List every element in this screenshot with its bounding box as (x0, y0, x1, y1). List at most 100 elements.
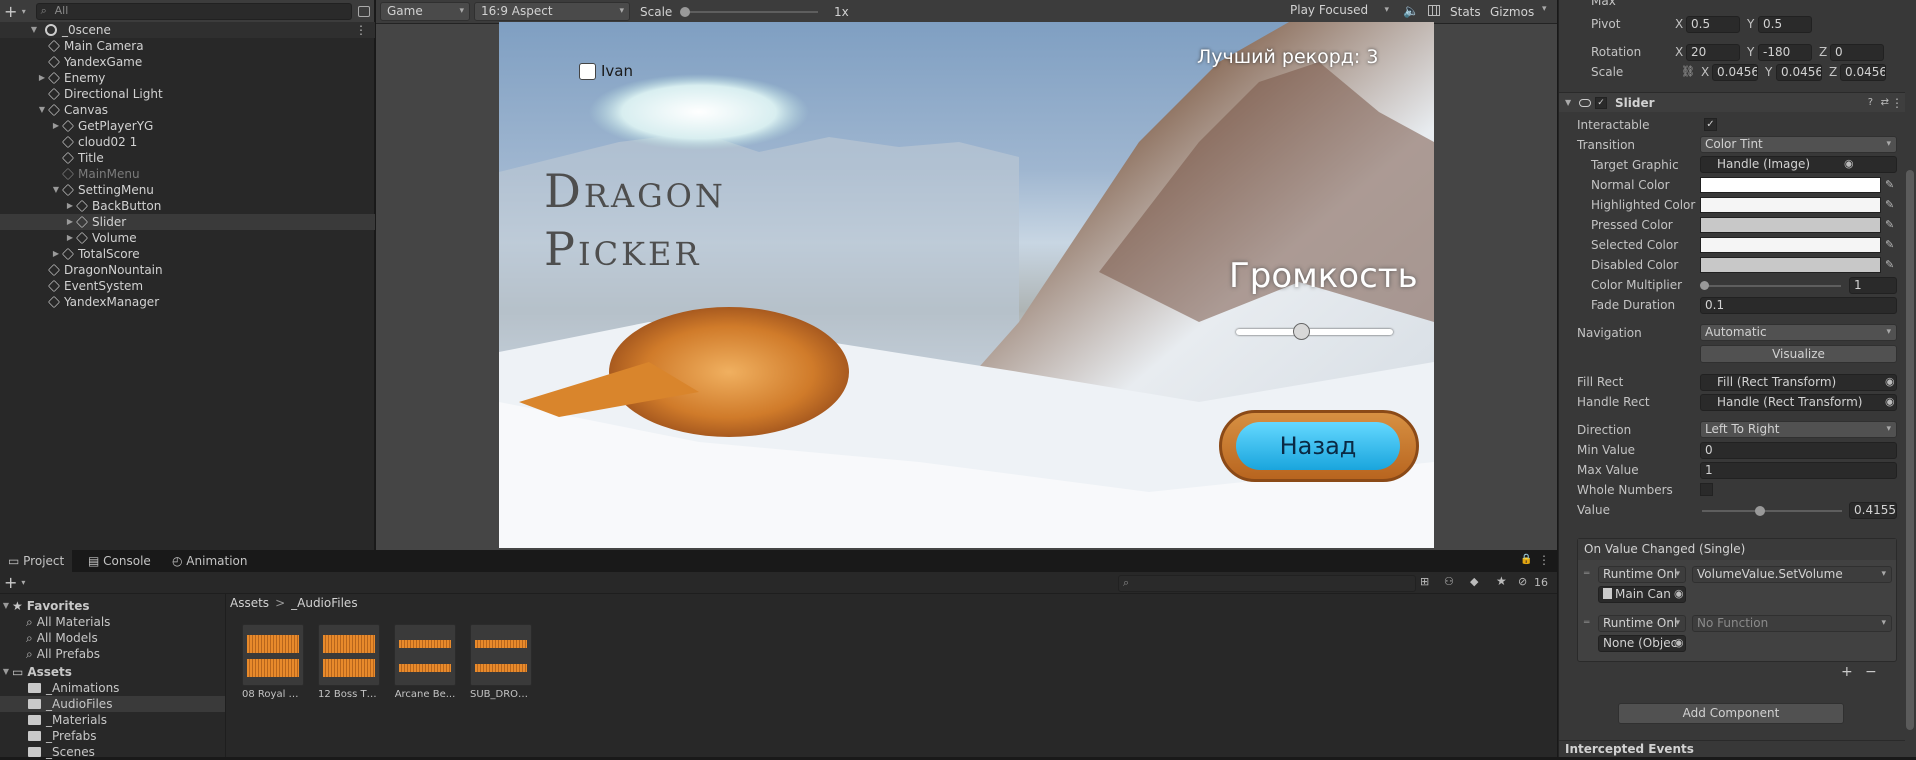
audio-asset[interactable]: Arcane Be... (394, 624, 456, 700)
eyedropper-icon[interactable]: ✎ (1885, 198, 1894, 211)
visualize-button[interactable]: Visualize (1700, 345, 1897, 363)
disabled-color-swatch[interactable] (1700, 257, 1881, 273)
eyedropper-icon[interactable]: ✎ (1885, 178, 1894, 191)
dropdown-arrow-icon[interactable]: ▾ (22, 7, 36, 16)
add-event-icon[interactable]: + (1841, 664, 1853, 680)
scale-x-field[interactable]: 0.0456: (1712, 64, 1758, 81)
expand-icon[interactable]: ▼ (28, 22, 40, 38)
expand-icon[interactable]: ▶ (64, 198, 76, 214)
value-field[interactable]: 0.41550 (1849, 502, 1897, 519)
object-picker-icon[interactable]: ◉ (1885, 395, 1895, 408)
expand-icon[interactable]: ▶ (36, 70, 48, 86)
hierarchy-item[interactable]: ▶ TotalScore (0, 246, 375, 262)
audio-asset[interactable]: 12 Boss Th... (318, 624, 380, 700)
scale-slider-handle[interactable] (680, 7, 690, 17)
highlighted-color-swatch[interactable] (1700, 197, 1881, 213)
scene-row[interactable]: ▼ _0scene ⋮ (0, 22, 375, 38)
scale-slider[interactable] (682, 11, 818, 13)
hierarchy-item[interactable]: ▶ Volume (0, 230, 375, 246)
max-value-field[interactable]: 1 (1700, 462, 1897, 479)
hierarchy-item[interactable]: Main Camera (0, 38, 375, 54)
color-multiplier-slider[interactable] (1705, 285, 1841, 287)
component-menu-icon[interactable]: ⋮ (1891, 96, 1903, 110)
folder-item[interactable]: _Animations (0, 680, 225, 696)
pivot-y-field[interactable]: 0.5 (1758, 16, 1812, 33)
favorite-item[interactable]: ⌕ All Models (26, 630, 98, 646)
stats-button[interactable]: Stats (1450, 5, 1481, 19)
collapse-icon[interactable]: ▼ (50, 182, 62, 198)
panel-menu-icon[interactable]: ⋮ (1538, 553, 1550, 567)
value-slider[interactable] (1702, 506, 1842, 516)
selected-color-swatch[interactable] (1700, 237, 1881, 253)
object-picker-icon[interactable]: ◉ (1674, 636, 1684, 649)
expand-icon[interactable]: ▶ (64, 230, 76, 246)
favorites-row[interactable]: ▼ ★ Favorites (0, 598, 90, 614)
favorite-item[interactable]: ⌕ All Materials (26, 614, 110, 630)
help-icon[interactable]: ? (1868, 97, 1873, 108)
add-icon[interactable]: + (4, 573, 17, 592)
hierarchy-search-input[interactable]: All (35, 3, 353, 20)
hierarchy-item[interactable]: ▼ SettingMenu (0, 182, 375, 198)
intercepted-events-header[interactable]: Intercepted Events (1559, 740, 1905, 757)
folder-item[interactable]: _Scenes (0, 744, 225, 760)
search-by-label-icon[interactable]: ⚇ (1444, 575, 1454, 588)
folder-item[interactable]: _Materials (0, 712, 225, 728)
object-picker-icon[interactable]: ◉ (1844, 157, 1854, 170)
pivot-x-field[interactable]: 0.5 (1686, 16, 1740, 33)
audio-icon[interactable]: 🔈 (1403, 4, 1419, 19)
slider-component-header[interactable]: ▼ ✓ Slider ? ⇄ ⋮ (1559, 92, 1905, 112)
hierarchy-item[interactable]: MainMenu (0, 166, 375, 182)
preset-icon[interactable]: ⇄ (1881, 97, 1889, 108)
audio-asset[interactable]: SUB_DROP... (470, 624, 532, 700)
min-value-field[interactable]: 0 (1700, 442, 1897, 459)
rotation-z-field[interactable]: 0 (1830, 44, 1884, 61)
remove-event-icon[interactable]: − (1865, 664, 1877, 680)
foldout-icon[interactable]: ▼ (1565, 98, 1579, 107)
gizmos-dropdown-icon[interactable]: ▾ (1542, 4, 1547, 14)
hierarchy-item[interactable]: ▶ GetPlayerYG (0, 118, 375, 134)
handle-rect-field[interactable]: Handle (Rect Transform) (1700, 394, 1897, 411)
rotation-x-field[interactable]: 20 (1686, 44, 1740, 61)
search-by-type-icon[interactable]: ⊞ (1420, 575, 1429, 588)
hierarchy-item[interactable]: ▶ Slider (0, 214, 375, 230)
audio-asset[interactable]: 08 Royal Ci... (242, 624, 304, 700)
lock-icon[interactable]: 🔒 (1520, 554, 1532, 565)
collapse-icon[interactable]: ▼ (36, 102, 48, 118)
more-options-icon[interactable]: ⋮ (355, 22, 367, 38)
scene-visibility-icon[interactable] (358, 6, 371, 17)
interactable-checkbox[interactable]: ✓ (1704, 118, 1717, 131)
hierarchy-item[interactable]: ▼ Canvas (0, 102, 375, 118)
whole-numbers-checkbox[interactable] (1700, 483, 1713, 496)
eyedropper-icon[interactable]: ✎ (1885, 238, 1894, 251)
folder-item[interactable]: _Prefabs (0, 728, 225, 744)
hierarchy-item[interactable]: YandexGame (0, 54, 375, 70)
direction-dropdown[interactable]: Left To Right (1700, 421, 1897, 438)
tag-icon[interactable]: ◆ (1470, 575, 1478, 588)
tab-animation[interactable]: ◴ Animation (164, 550, 255, 572)
grid-icon[interactable] (1428, 5, 1440, 16)
play-mode-dropdown[interactable]: Play Focused (1284, 2, 1394, 21)
breadcrumb-root[interactable]: Assets (230, 596, 269, 610)
project-search-input[interactable] (1118, 575, 1416, 592)
favorite-star-icon[interactable]: ★ (1496, 574, 1507, 588)
tab-project[interactable]: ▭ Project (0, 550, 73, 572)
dropdown-arrow-icon[interactable]: ▾ (21, 578, 25, 587)
object-picker-icon[interactable]: ◉ (1885, 375, 1895, 388)
expand-icon[interactable]: ▶ (50, 246, 62, 262)
hierarchy-item[interactable]: DragonNountain (0, 262, 375, 278)
fade-duration-field[interactable]: 0.1 (1700, 297, 1897, 314)
transition-dropdown[interactable]: Color Tint (1700, 136, 1897, 153)
component-enabled-checkbox[interactable]: ✓ (1595, 96, 1607, 109)
add-icon[interactable]: + (4, 2, 22, 21)
drag-handle-icon[interactable]: ═ (1584, 569, 1589, 579)
rotation-y-field[interactable]: -180 (1758, 44, 1812, 61)
object-picker-icon[interactable]: ◉ (1674, 587, 1684, 600)
eyedropper-icon[interactable]: ✎ (1885, 258, 1894, 271)
display-dropdown[interactable]: Game (380, 2, 470, 21)
event2-function-dropdown[interactable]: No Function (1692, 615, 1892, 632)
color-multiplier-field[interactable]: 1 (1849, 277, 1897, 294)
normal-color-swatch[interactable] (1700, 177, 1881, 193)
constrain-proportions-icon[interactable]: ⛓ (1681, 65, 1695, 78)
breadcrumb-current[interactable]: _AudioFiles (291, 596, 357, 610)
fill-rect-field[interactable]: Fill (Rect Transform) (1700, 374, 1897, 391)
